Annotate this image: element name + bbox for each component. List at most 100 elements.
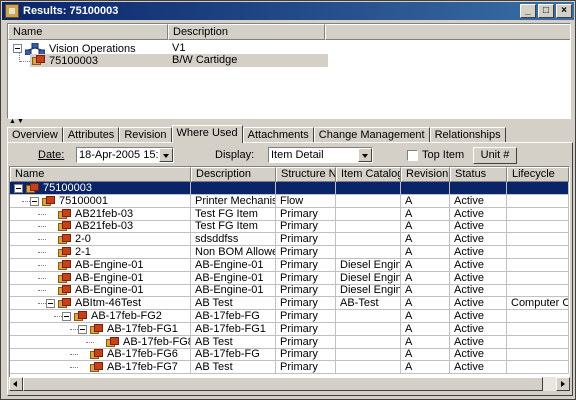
cell-name: AB-17feb-FG2 <box>10 310 191 323</box>
cell-status <box>450 182 507 195</box>
cell-item-catalog <box>336 246 401 259</box>
table-row[interactable]: AB-17feb-FG2 AB-17feb-FG Primary A Active <box>10 310 569 323</box>
cell-item-catalog: Diesel Engines <box>336 284 401 298</box>
table-row[interactable]: AB-Engine-01 AB-Engine-01 Primary Diesel En… <box>10 284 569 298</box>
cell-structure: Primary <box>276 271 336 285</box>
unit-button[interactable]: Unit # <box>473 147 517 164</box>
cell-name: AB-Engine-01 <box>10 284 191 298</box>
grid-header: Name Description Structure N... Item Cat… <box>10 167 569 182</box>
cell-item-catalog: Diesel Engines <box>336 258 401 272</box>
collapse-icon[interactable] <box>14 184 23 193</box>
item-icon <box>58 285 72 296</box>
column-header-lifecycle[interactable]: Lifecycle <box>507 167 569 182</box>
tab-relationships[interactable]: Relationships <box>429 127 506 143</box>
column-header-status[interactable]: Status <box>450 167 507 182</box>
top-table-header: Name Description <box>8 24 570 40</box>
tab-attachments[interactable]: Attachments <box>242 127 314 143</box>
item-icon <box>42 195 56 207</box>
table-row[interactable]: AB-17feb-FG6 AB-17feb-FG Primary A Active <box>10 348 569 362</box>
cell-structure: Primary <box>276 361 336 375</box>
collapse-icon[interactable] <box>46 299 55 309</box>
collapse-icon[interactable] <box>78 324 87 334</box>
cell-structure: Primary <box>276 207 336 221</box>
chevron-down-icon[interactable] <box>159 148 173 162</box>
cell-structure: Flow <box>276 194 336 208</box>
tab-overview[interactable]: Overview <box>7 127 63 143</box>
tree-line <box>70 328 78 330</box>
tab-change-management[interactable]: Change Management <box>313 127 430 143</box>
table-row[interactable]: AB21feb-03 Test FG Item Primary A Active <box>10 207 569 221</box>
column-header-description[interactable]: Description <box>168 24 325 40</box>
table-row[interactable]: 75100001 Printer MechanismFlow AActive <box>10 194 569 208</box>
item-name: AB-Engine-01 <box>75 284 144 297</box>
cell-status: Active <box>450 271 507 285</box>
cell-revision: A <box>401 297 450 311</box>
cell-lifecycle <box>507 246 569 259</box>
display-select[interactable]: Item Detail <box>268 147 373 163</box>
cell-description: AB-17feb-FG <box>191 310 276 323</box>
date-select[interactable]: 18-Apr-2005 15:34:40 <box>76 147 174 163</box>
item-icon <box>58 247 72 258</box>
collapse-icon[interactable] <box>62 312 71 321</box>
cell-name: AB-Engine-01 <box>10 271 191 285</box>
cell-lifecycle <box>507 335 569 349</box>
column-header-item-catalog[interactable]: Item Catalog ... <box>336 167 401 182</box>
cell-description: Test FG Item <box>191 207 276 221</box>
cell-description: AB Test <box>191 335 276 349</box>
column-header-name[interactable]: Name <box>10 167 191 182</box>
table-row[interactable]: 2-1 Non BOM Allowed...Primary AActive <box>10 246 569 259</box>
scroll-right-icon[interactable] <box>556 377 570 391</box>
cell-lifecycle <box>507 207 569 221</box>
cell-structure: Primary <box>276 310 336 323</box>
cell-structure: Primary <box>276 284 336 298</box>
cell-lifecycle <box>507 310 569 323</box>
cell-description: Test FG Item <box>191 220 276 234</box>
column-header-revision[interactable]: Revision <box>401 167 450 182</box>
tree-line <box>38 213 46 215</box>
table-row[interactable]: AB-17feb-FG8 AB Test Primary A Active <box>10 335 569 349</box>
table-row[interactable]: AB-Engine-01 AB-Engine-01 Primary Diesel En… <box>10 271 569 285</box>
tree-line <box>86 341 94 343</box>
window-controls: _ □ × <box>520 4 572 18</box>
tab-attributes[interactable]: Attributes <box>62 127 120 143</box>
column-header-description[interactable]: Description <box>191 167 276 182</box>
table-row[interactable]: ABItm-46Test AB Test Primary AB-Test A Active… <box>10 297 569 311</box>
table-row[interactable]: AB-Engine-01 AB-Engine-01 Primary Diesel En… <box>10 258 569 272</box>
cell-lifecycle <box>507 322 569 336</box>
cell-status: Active <box>450 348 507 362</box>
scrollbar-thumb[interactable] <box>23 377 543 391</box>
column-header-structure[interactable]: Structure N... <box>276 167 336 182</box>
cell-revision: A <box>401 220 450 234</box>
tree-line <box>38 239 46 241</box>
organization-icon <box>25 42 45 55</box>
chevron-down-icon[interactable] <box>358 148 372 162</box>
scroll-left-icon[interactable] <box>9 377 23 391</box>
cell-description: AB-Engine-01 <box>191 284 276 298</box>
column-header-name[interactable]: Name <box>8 24 168 40</box>
collapse-icon[interactable] <box>30 196 39 206</box>
cell-description: AB Test <box>191 361 276 375</box>
table-row[interactable]: AB-17feb-FG1 AB-17feb-FG1 Primary A Active <box>10 322 569 336</box>
item-name: 75100003 <box>43 182 92 194</box>
cell-name: AB-Engine-01 <box>10 258 191 272</box>
table-row[interactable]: AB-17feb-FG7 AB Test Primary A Active <box>10 361 569 375</box>
title-bar[interactable]: Results: 75100003 _ □ × <box>2 2 574 20</box>
tree-row-item[interactable]: 75100003 <box>32 54 98 67</box>
table-row[interactable]: 75100003 <box>10 182 569 195</box>
horizontal-scrollbar[interactable] <box>9 377 570 391</box>
top-item-checkbox[interactable] <box>407 150 418 161</box>
cell-status: Active <box>450 246 507 259</box>
tree-description: B/W Cartidge <box>172 54 238 66</box>
tab-where-used[interactable]: Where Used <box>171 125 243 143</box>
collapse-icon[interactable] <box>13 44 22 53</box>
item-name: 2-0 <box>75 233 91 246</box>
close-button[interactable]: × <box>556 4 572 18</box>
table-row[interactable]: AB21feb-03 Test FG Item Primary A Active <box>10 220 569 234</box>
tree-line <box>54 316 62 317</box>
table-row[interactable]: 2-0 sdsddfss Primary A Active <box>10 233 569 247</box>
item-name: AB-Engine-01 <box>75 271 144 284</box>
minimize-button[interactable]: _ <box>520 4 536 18</box>
tab-revision[interactable]: Revision <box>119 127 172 143</box>
maximize-button[interactable]: □ <box>538 4 554 18</box>
item-icon <box>58 208 72 220</box>
